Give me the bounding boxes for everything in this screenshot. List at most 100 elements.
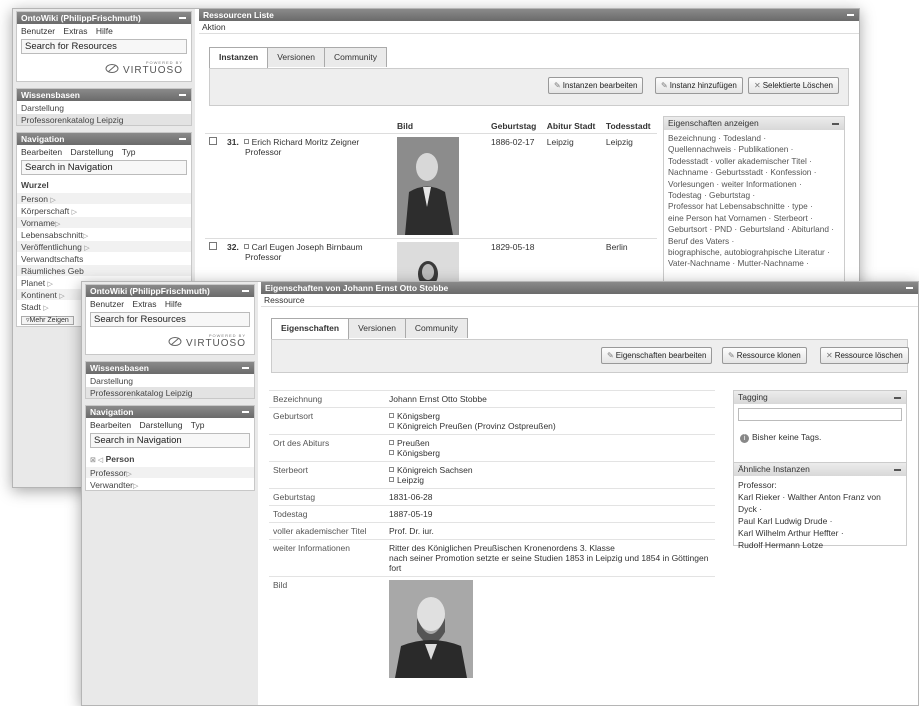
minimize-icon[interactable]: [179, 17, 186, 19]
property-line[interactable]: Beruf des Vaters ·: [668, 236, 840, 247]
resource-link[interactable]: Königreich Preußen (Provinz Ostpreußen): [397, 421, 556, 431]
pencil-icon: ✎: [554, 81, 561, 90]
nav-item[interactable]: Verwandter▷: [86, 478, 254, 490]
tab-versionen[interactable]: Versionen: [348, 318, 406, 338]
similar-instance-link[interactable]: Rudolf Hermann Lotze: [738, 539, 902, 551]
nav-item[interactable]: Lebensabschnitt▷: [17, 228, 191, 240]
menu-hilfe[interactable]: Hilfe: [96, 26, 113, 36]
nav-item[interactable]: Körperschaft ▷: [17, 204, 191, 216]
show-more-button[interactable]: ▿Mehr Zeigen: [21, 316, 74, 325]
virtuoso-icon: [168, 336, 182, 346]
resource-link[interactable]: Königreich Sachsen: [397, 465, 473, 475]
minimize-icon[interactable]: [179, 138, 186, 140]
tag-input[interactable]: [738, 408, 902, 421]
portrait-photo-icon: [397, 137, 459, 235]
resource-link[interactable]: Carl Eugen Joseph Birnbaum: [252, 242, 363, 252]
nav-item[interactable]: Professor▷: [86, 466, 254, 478]
action-menu[interactable]: Aktion: [199, 21, 859, 34]
property-line[interactable]: biographische, autobiograhpische Literat…: [668, 247, 840, 258]
similar-instance-link[interactable]: Karl Wilhelm Arthur Heffter ·: [738, 527, 902, 539]
resource-link[interactable]: Preußen: [397, 438, 430, 448]
menu-extras[interactable]: Extras: [132, 299, 156, 309]
column-header[interactable]: Abitur Stadt: [543, 119, 602, 134]
search-resources-input[interactable]: Search for Resources: [21, 39, 187, 54]
minimize-icon[interactable]: [242, 411, 249, 413]
wissensbasen-darstellung[interactable]: Darstellung: [17, 101, 191, 113]
nav-item[interactable]: Räumliches Geb: [17, 264, 191, 276]
nav-item[interactable]: Vorname▷: [17, 216, 191, 228]
similar-instance-link[interactable]: Karl Rieker · Walther Anton Franz von Dy…: [738, 491, 902, 515]
menu-benutzer[interactable]: Benutzer: [21, 26, 55, 36]
clone-resource-button[interactable]: ✎ Ressource klonen: [722, 347, 807, 364]
menu-typ[interactable]: Typ: [191, 420, 205, 430]
menu-darstellung[interactable]: Darstellung: [71, 147, 114, 157]
tab-versionen[interactable]: Versionen: [267, 47, 326, 67]
menu-benutzer[interactable]: Benutzer: [90, 299, 124, 309]
property-line[interactable]: Geburtsort · PND · Geburtsland · Abiturl…: [668, 224, 840, 235]
property-line[interactable]: Professor hat Lebensabschnitte · type ·: [668, 201, 840, 212]
property-line[interactable]: Vorlesungen · weiter Informationen ·: [668, 179, 840, 190]
minimize-icon[interactable]: [894, 469, 901, 471]
minimize-icon[interactable]: [847, 14, 854, 16]
tab-community[interactable]: Community: [404, 318, 468, 338]
table-header: Bild Geburtstag Abitur Stadt Todesstadt: [205, 119, 657, 134]
edit-instances-button[interactable]: ✎ Instanzen bearbeiten: [548, 77, 644, 94]
resource-menu[interactable]: Ressource: [261, 294, 918, 307]
triangle-right-icon: ▷: [82, 233, 89, 240]
search-navigation-input[interactable]: Search in Navigation: [21, 160, 187, 175]
minimize-icon[interactable]: [832, 123, 839, 125]
nav-item[interactable]: Veröffentlichung ▷: [17, 240, 191, 252]
minimize-icon[interactable]: [179, 94, 186, 96]
resource-link[interactable]: Leipzig: [397, 475, 424, 485]
knowledge-base-item[interactable]: Professorenkatalog Leipzig: [86, 386, 254, 398]
resource-link[interactable]: Königsberg: [397, 411, 440, 421]
nav-item[interactable]: Person ▷: [17, 192, 191, 204]
property-line[interactable]: Nachname · Geburtsstadt · Konfession ·: [668, 167, 840, 178]
menu-bearbeiten[interactable]: Bearbeiten: [90, 420, 131, 430]
triangle-right-icon: ▷: [47, 281, 53, 288]
menu-darstellung[interactable]: Darstellung: [140, 420, 183, 430]
wissensbasen-darstellung[interactable]: Darstellung: [86, 374, 254, 386]
add-instance-button[interactable]: ✎ Instanz hinzufügen: [655, 77, 743, 94]
menu-hilfe[interactable]: Hilfe: [165, 299, 182, 309]
property-line[interactable]: Todestag · Geburtstag ·: [668, 190, 840, 201]
triangle-right-icon: ▷: [84, 245, 90, 252]
column-header[interactable]: Todesstadt: [602, 119, 657, 134]
property-line[interactable]: eine Person hat Vornamen · Sterbeort ·: [668, 213, 840, 224]
minimize-icon[interactable]: [242, 290, 249, 292]
minimize-icon[interactable]: [894, 397, 901, 399]
column-header[interactable]: Bild: [393, 119, 487, 134]
row-checkbox[interactable]: [209, 242, 217, 250]
back-icon[interactable]: ⊠ ◁: [90, 457, 103, 464]
resource-icon: [389, 477, 394, 482]
property-line[interactable]: Todesstadt · voller akademischer Titel ·: [668, 156, 840, 167]
search-resources-input[interactable]: Search for Resources: [90, 312, 250, 327]
property-line[interactable]: Vater-Nachname · Mutter-Nachname ·: [668, 258, 840, 269]
row-checkbox[interactable]: [209, 137, 217, 145]
tab-instanzen[interactable]: Instanzen: [209, 47, 269, 68]
tab-community[interactable]: Community: [324, 47, 387, 67]
nav-item[interactable]: Verwandtschafts: [17, 252, 191, 264]
similar-instance-link[interactable]: Paul Karl Ludwig Drude ·: [738, 515, 902, 527]
knowledge-base-item[interactable]: Professorenkatalog Leipzig: [17, 113, 191, 125]
menu-typ[interactable]: Typ: [122, 147, 136, 157]
search-navigation-input[interactable]: Search in Navigation: [90, 433, 250, 448]
property-line[interactable]: Quellennachweis · Publikationen ·: [668, 144, 840, 155]
triangle-right-icon: ▷: [71, 209, 77, 216]
tab-eigenschaften[interactable]: Eigenschaften: [271, 318, 350, 339]
property-line[interactable]: Bezeichnung · Todesland ·: [668, 133, 840, 144]
delete-resource-button[interactable]: ✕ Ressource löschen: [820, 347, 909, 364]
minimize-icon[interactable]: [906, 287, 913, 289]
resource-link[interactable]: Erich Richard Moritz Zeigner: [252, 137, 360, 147]
resource-link[interactable]: Königsberg: [397, 448, 440, 458]
minimize-icon[interactable]: [242, 367, 249, 369]
navigation-menu: Bearbeiten Darstellung Typ: [86, 418, 254, 431]
delete-x-icon: ✕: [754, 81, 761, 90]
edit-properties-button[interactable]: ✎ Eigenschaften bearbeiten: [601, 347, 713, 364]
menu-extras[interactable]: Extras: [63, 26, 87, 36]
column-header[interactable]: Geburtstag: [487, 119, 543, 134]
virtuoso-logo: POWERED BY VIRTUOSO: [86, 329, 254, 354]
menu-bearbeiten[interactable]: Bearbeiten: [21, 147, 62, 157]
property-row: Todestag 1887-05-19: [269, 505, 715, 523]
delete-selected-button[interactable]: ✕ Selektierte Löschen: [748, 77, 839, 94]
